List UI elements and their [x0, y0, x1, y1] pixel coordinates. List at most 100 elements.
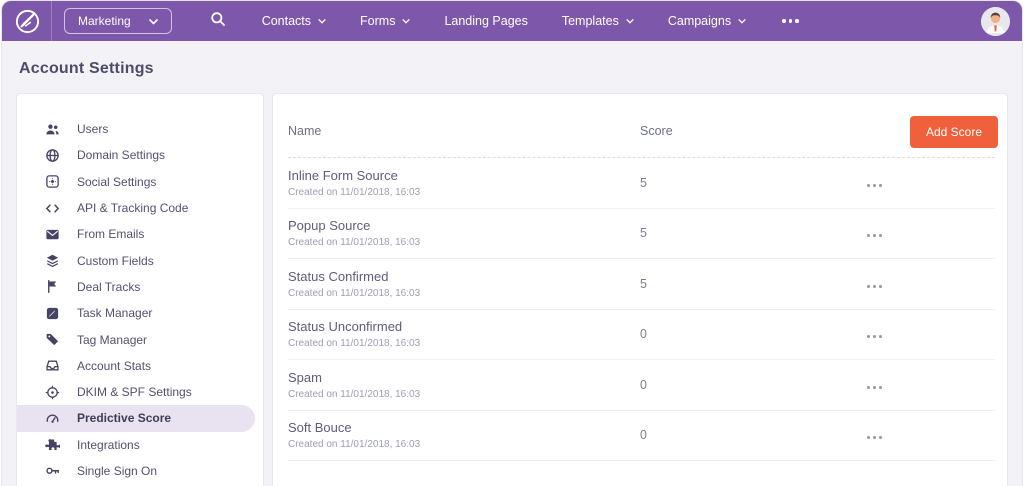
sidebar-item-label: Single Sign On — [77, 464, 158, 478]
column-header-score: Score — [640, 124, 673, 138]
predictive-score-panel: Add Score Name Score Inline Form Source … — [272, 93, 1008, 486]
score-value: 5 — [640, 175, 647, 190]
score-created-date: Created on 11/01/2018, 16:03 — [288, 388, 421, 400]
row-actions-menu-icon[interactable] — [865, 432, 884, 443]
score-name: Status Unconfirmed — [288, 319, 403, 335]
inbox-icon — [45, 358, 60, 373]
score-value: 0 — [640, 428, 647, 443]
score-value: 0 — [640, 327, 647, 342]
sidebar-item-label: From Emails — [77, 227, 145, 242]
tag-icon — [45, 332, 60, 347]
row-actions-menu-icon[interactable] — [865, 230, 884, 241]
sidebar-item-label: Predictive Score — [77, 411, 172, 426]
key-icon — [45, 464, 60, 479]
score-created-date: Created on 11/01/2018, 16:03 — [288, 237, 421, 249]
main-nav: Contacts Forms Landing Pages Templates C… — [262, 14, 799, 28]
settings-sidebar: Users Domain Settings Social Settings AP… — [16, 93, 264, 486]
chevron-down-icon — [738, 18, 746, 24]
table-row: Popup Source Created on 11/01/2018, 16:0… — [288, 209, 995, 259]
table-row: Status Unconfirmed Created on 11/01/2018… — [288, 310, 995, 360]
nav-label: Templates — [561, 14, 619, 28]
sidebar-item-task-manager[interactable]: Task Manager — [17, 300, 263, 326]
social-gear-icon — [45, 174, 60, 189]
sidebar-item-social-settings[interactable]: Social Settings — [17, 169, 263, 195]
chevron-down-icon — [402, 18, 411, 24]
sidebar-item-tag-manager[interactable]: Tag Manager — [17, 326, 263, 352]
pencil-square-icon — [45, 306, 60, 321]
puzzle-icon — [45, 437, 60, 452]
score-name: Soft Bouce — [288, 420, 352, 436]
nav-item-campaigns[interactable]: Campaigns — [668, 14, 746, 28]
sidebar-item-domain-settings[interactable]: Domain Settings — [17, 142, 263, 168]
flag-icon — [45, 279, 60, 294]
chevron-down-icon — [148, 14, 158, 28]
sidebar-item-label: Deal Tracks — [77, 279, 141, 294]
score-name: Spam — [288, 369, 322, 385]
sidebar-item-predictive-score[interactable]: Predictive Score — [17, 405, 255, 432]
nav-item-landing-pages[interactable]: Landing Pages — [444, 14, 527, 28]
sidebar-item-account-stats[interactable]: Account Stats — [17, 353, 263, 379]
search-button[interactable] — [210, 11, 226, 32]
sidebar-item-label: Social Settings — [77, 174, 157, 189]
chevron-down-icon — [318, 18, 326, 24]
page-title: Account Settings — [19, 60, 154, 77]
row-actions-menu-icon[interactable] — [865, 281, 884, 292]
table-header: Name Score — [288, 94, 995, 158]
brand-logo-icon[interactable] — [14, 8, 41, 35]
content-area: Users Domain Settings Social Settings AP… — [2, 93, 1022, 486]
sidebar-item-custom-fields[interactable]: Custom Fields — [17, 247, 263, 273]
add-score-button[interactable]: Add Score — [909, 116, 998, 148]
column-header-name: Name — [288, 124, 322, 138]
sidebar-item-label: Account Stats — [77, 358, 152, 373]
user-avatar[interactable] — [981, 6, 1010, 36]
sidebar-item-from-emails[interactable]: From Emails — [17, 221, 263, 247]
gauge-icon — [45, 411, 60, 426]
search-icon — [210, 11, 226, 32]
score-created-date: Created on 11/01/2018, 16:03 — [288, 186, 421, 198]
row-actions-menu-icon[interactable] — [865, 180, 884, 191]
sidebar-item-label: Integrations — [77, 437, 140, 452]
score-name: Inline Form Source — [288, 167, 398, 183]
score-name: Status Confirmed — [288, 268, 389, 284]
sidebar-item-api-tracking-code[interactable]: API & Tracking Code — [17, 195, 263, 221]
row-actions-menu-icon[interactable] — [865, 331, 884, 342]
envelope-icon — [45, 227, 60, 242]
sidebar-item-label: Task Manager — [77, 306, 153, 321]
score-value: 0 — [640, 377, 647, 392]
score-value: 5 — [640, 226, 647, 241]
nav-label: Landing Pages — [444, 14, 528, 28]
target-icon — [45, 385, 60, 400]
table-row: Hard Bouce — [288, 461, 995, 484]
nav-label: Campaigns — [667, 14, 732, 28]
score-value: 5 — [640, 276, 647, 291]
nav-item-forms[interactable]: Forms — [360, 14, 411, 28]
sidebar-item-label: Users — [77, 122, 109, 137]
top-navigation-bar: Marketing Contacts Forms Landing Pages T… — [2, 1, 1022, 41]
sidebar-item-dkim-spf-settings[interactable]: DKIM & SPF Settings — [17, 379, 263, 405]
sidebar-item-integrations[interactable]: Integrations — [17, 432, 263, 458]
layers-icon — [45, 253, 60, 268]
table-row: Soft Bouce Created on 11/01/2018, 16:03 … — [288, 411, 995, 461]
sidebar-item-label: Domain Settings — [77, 148, 166, 163]
sidebar-item-single-sign-on[interactable]: Single Sign On — [17, 458, 263, 484]
app-switcher-marketing[interactable]: Marketing — [64, 8, 172, 34]
chevron-down-icon — [626, 18, 634, 24]
nav-item-contacts[interactable]: Contacts — [262, 14, 326, 28]
score-created-date: Created on 11/01/2018, 16:03 — [288, 287, 421, 299]
globe-icon — [45, 148, 60, 163]
score-created-date: Created on 11/01/2018, 16:03 — [288, 338, 421, 350]
sidebar-item-deal-tracks[interactable]: Deal Tracks — [17, 274, 263, 300]
topbar-divider — [51, 1, 52, 41]
nav-item-templates[interactable]: Templates — [562, 14, 634, 28]
table-row: Spam Created on 11/01/2018, 16:03 0 — [288, 360, 995, 411]
score-name: Popup Source — [288, 218, 371, 234]
nav-more-menu-icon[interactable] — [782, 19, 799, 23]
app-switcher-label: Marketing — [78, 14, 131, 28]
sidebar-item-users[interactable]: Users — [17, 116, 263, 142]
table-row: Inline Form Source Created on 11/01/2018… — [288, 158, 995, 209]
users-icon — [45, 122, 60, 137]
row-actions-menu-icon[interactable] — [865, 382, 884, 393]
app-window: Marketing Contacts Forms Landing Pages T… — [1, 0, 1023, 486]
code-icon — [45, 201, 60, 216]
sidebar-item-label: API & Tracking Code — [77, 201, 189, 216]
